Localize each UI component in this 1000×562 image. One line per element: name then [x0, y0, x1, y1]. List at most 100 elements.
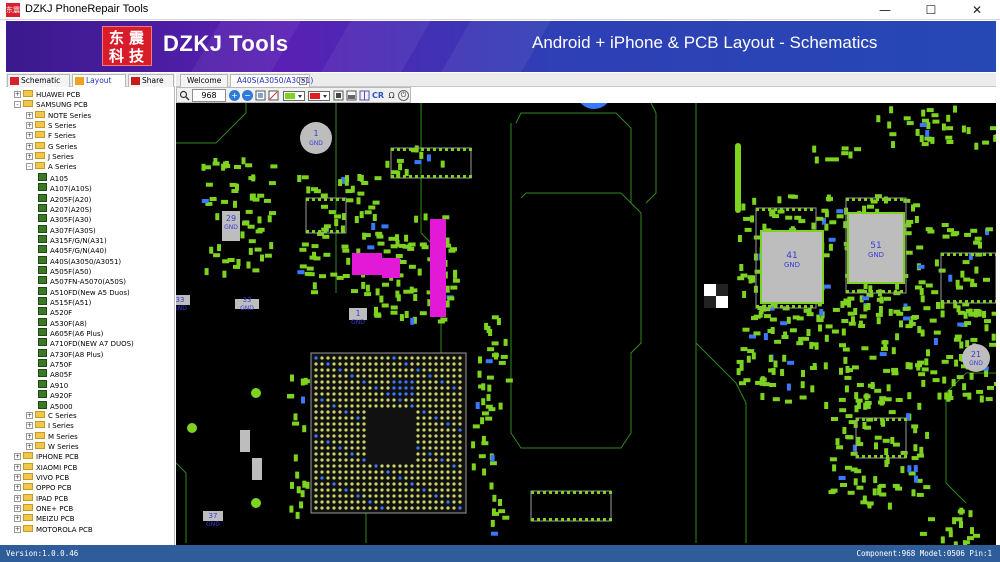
- tree-folder-item[interactable]: + IPHONE PCB: [14, 452, 79, 462]
- search-icon[interactable]: [179, 90, 190, 101]
- tree-board-item[interactable]: A710FD(NEW A7 DUOS): [38, 338, 134, 348]
- layer-bottom-icon[interactable]: [346, 90, 357, 101]
- bga-ball: [440, 446, 444, 450]
- pad-color-picker[interactable]: [283, 90, 305, 101]
- bga-ball: [422, 428, 426, 432]
- zoom-window-icon[interactable]: [268, 90, 279, 101]
- tab-schematic[interactable]: Schematic: [7, 74, 70, 87]
- expand-icon[interactable]: +: [14, 515, 21, 523]
- tree-board-item[interactable]: A315F/G/N(A31): [38, 234, 107, 245]
- bga-ball: [362, 434, 366, 438]
- smd-pad: [486, 394, 491, 402]
- expand-icon[interactable]: +: [26, 122, 33, 130]
- tree-board-item[interactable]: A730F(A8 Plus): [38, 348, 103, 359]
- tree-folder-item[interactable]: + HUAWEI PCB: [14, 90, 80, 100]
- zoom-in-icon[interactable]: +: [229, 90, 240, 101]
- tree-folder-item[interactable]: + F Series: [26, 131, 76, 141]
- expand-icon[interactable]: +: [14, 463, 21, 471]
- tree-folder-item[interactable]: - A Series: [26, 162, 77, 172]
- expand-icon[interactable]: +: [26, 432, 33, 440]
- collapse-icon[interactable]: -: [26, 163, 33, 171]
- gnd-pad-1[interactable]: [300, 122, 332, 154]
- connector-pin: [457, 175, 460, 178]
- tree-board-item[interactable]: A40S(A3050/A3051): [38, 255, 121, 266]
- tab-layout[interactable]: Layout: [72, 74, 126, 87]
- pcb-layout-canvas[interactable]: 1 GND 29 GND 41 GND 51 GND 21 GND 1 GND …: [176, 103, 996, 545]
- tree-folder-item[interactable]: - SAMSUNG PCB: [14, 100, 88, 110]
- expand-icon[interactable]: +: [14, 505, 21, 512]
- tree-board-item[interactable]: A5000: [38, 400, 73, 411]
- collapse-icon[interactable]: -: [14, 101, 21, 109]
- expand-icon[interactable]: +: [14, 484, 21, 492]
- tree-folder-item[interactable]: + OPPO PCB: [14, 483, 72, 493]
- ohm-icon[interactable]: Ω: [386, 90, 397, 101]
- tree-folder-item[interactable]: + MOTOROLA PCB: [14, 524, 93, 535]
- minimize-button[interactable]: —: [862, 0, 908, 20]
- tree-board-item[interactable]: A510FD(New A5 Duos): [38, 286, 130, 297]
- tree-folder-item[interactable]: + J Series: [26, 152, 74, 162]
- tree-folder-item[interactable]: + M Series: [26, 431, 78, 442]
- tree-folder-item[interactable]: + VIVO PCB: [14, 472, 69, 483]
- net-color-picker[interactable]: [308, 90, 330, 101]
- close-button[interactable]: ✕: [954, 0, 1000, 20]
- tree-folder-item[interactable]: + S Series: [26, 121, 76, 131]
- tree-folder-item[interactable]: + IPAD PCB: [14, 493, 68, 504]
- fit-view-icon[interactable]: [255, 90, 266, 101]
- tree-folder-item[interactable]: + W Series: [26, 441, 79, 452]
- zoom-input[interactable]: 968: [192, 89, 226, 102]
- smd-pad: [772, 397, 780, 402]
- tree-board-item[interactable]: A520F: [38, 307, 72, 317]
- layer-top-icon[interactable]: [333, 90, 344, 101]
- tree-folder-item[interactable]: + XIAOMI PCB: [14, 462, 77, 473]
- expand-icon[interactable]: +: [14, 453, 21, 461]
- tree-folder-item[interactable]: + C Series: [26, 410, 77, 421]
- tree-folder-item[interactable]: + I Series: [26, 421, 74, 431]
- expand-icon[interactable]: +: [14, 91, 21, 98]
- bga-ball: [404, 398, 408, 402]
- tree-board-item[interactable]: A107(A10S): [38, 183, 92, 193]
- tree-board-item[interactable]: A750F: [38, 359, 72, 369]
- tree-board-item[interactable]: A605F(A6 Plus): [38, 328, 103, 338]
- expand-icon[interactable]: +: [26, 153, 33, 161]
- expand-icon[interactable]: +: [26, 442, 33, 450]
- tree-folder-item[interactable]: + ONE+ PCB: [14, 504, 73, 514]
- tab-board-layout[interactable]: A40S(A3050/A3051) ×: [230, 74, 313, 87]
- tree-board-item[interactable]: A910: [38, 379, 68, 390]
- tree-board-item[interactable]: A405F/G/N(A40): [38, 245, 107, 255]
- tree-folder-item[interactable]: + MEIZU PCB: [14, 514, 75, 524]
- tree-board-item[interactable]: A207(A20S): [38, 203, 92, 214]
- expand-icon[interactable]: +: [26, 422, 33, 430]
- tree-board-item[interactable]: A205F(A20): [38, 193, 91, 204]
- tree-board-item[interactable]: A530F(A8): [38, 317, 87, 328]
- tree-folder-item[interactable]: + NOTE Series: [26, 110, 91, 121]
- tree-board-item[interactable]: A920F: [38, 390, 72, 400]
- tree-board-item[interactable]: A505F(A50): [38, 265, 91, 276]
- tab-share[interactable]: Share: [128, 74, 174, 87]
- tree-board-item[interactable]: A307F(A30S): [38, 224, 96, 235]
- zoom-out-icon[interactable]: −: [242, 90, 253, 101]
- tree-board-item[interactable]: A805F: [38, 369, 72, 379]
- tree-board-item[interactable]: A105: [38, 172, 68, 183]
- expand-icon[interactable]: +: [26, 411, 33, 419]
- cr-button[interactable]: CR: [372, 90, 384, 101]
- flip-board-icon[interactable]: [359, 90, 370, 101]
- close-tab-icon[interactable]: ×: [299, 77, 307, 85]
- bga-ball: [404, 356, 408, 360]
- expand-icon[interactable]: +: [26, 132, 33, 140]
- connector-pin: [786, 305, 789, 308]
- power-icon[interactable]: ⏻: [398, 90, 409, 101]
- tree-folder-item[interactable]: + G Series: [26, 141, 77, 152]
- maximize-button[interactable]: ☐: [908, 0, 954, 20]
- tree-board-item[interactable]: A305F(A30): [38, 214, 91, 224]
- expand-icon[interactable]: +: [26, 111, 33, 119]
- pcb-board-drawing[interactable]: 1 GND 29 GND 41 GND 51 GND 21 GND 1 GND …: [176, 103, 996, 545]
- tree-board-item[interactable]: A507FN-A5070(A50S): [38, 276, 126, 286]
- expand-icon[interactable]: +: [14, 525, 21, 533]
- smd-pad: [836, 214, 844, 219]
- expand-icon[interactable]: +: [14, 473, 21, 481]
- connector-pin: [609, 491, 612, 494]
- expand-icon[interactable]: +: [26, 142, 33, 150]
- expand-icon[interactable]: +: [14, 494, 21, 502]
- tree-board-item[interactable]: A515F(A51): [38, 297, 91, 307]
- tab-welcome[interactable]: Welcome: [180, 74, 228, 87]
